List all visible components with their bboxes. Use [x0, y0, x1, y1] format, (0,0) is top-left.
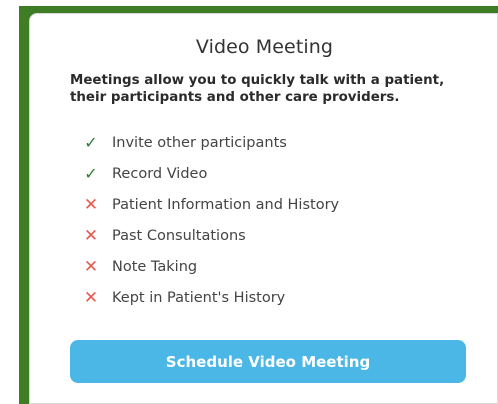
card-description: Meetings allow you to quickly talk with …	[70, 73, 445, 105]
feature-label: Past Consultations	[112, 227, 246, 244]
video-meeting-card: Video Meeting Meetings allow you to quic…	[29, 13, 498, 404]
feature-label: Kept in Patient's History	[112, 289, 286, 306]
feature-label: Patient Information and History	[112, 196, 340, 213]
feature-label: Invite other participants	[112, 134, 287, 151]
cross-icon: ✕	[83, 287, 99, 308]
feature-label: Note Taking	[112, 258, 198, 275]
feature-item: ✕ Patient Information and History	[80, 189, 339, 220]
cross-icon: ✕	[83, 256, 99, 277]
feature-label: Record Video	[112, 165, 208, 182]
feature-item: ✓ Record Video	[80, 158, 339, 189]
check-icon: ✓	[84, 164, 98, 183]
cross-icon: ✕	[83, 225, 99, 246]
feature-item: ✕ Kept in Patient's History	[80, 282, 339, 313]
feature-list: ✓ Invite other participants ✓ Record Vid…	[80, 127, 339, 313]
schedule-video-meeting-button[interactable]: Schedule Video Meeting	[70, 340, 466, 383]
feature-item: ✕ Note Taking	[80, 251, 339, 282]
card-title: Video Meeting	[195, 36, 334, 58]
check-icon: ✓	[84, 133, 98, 152]
feature-item: ✕ Past Consultations	[80, 220, 339, 251]
feature-item: ✓ Invite other participants	[80, 127, 339, 158]
cross-icon: ✕	[83, 194, 99, 215]
